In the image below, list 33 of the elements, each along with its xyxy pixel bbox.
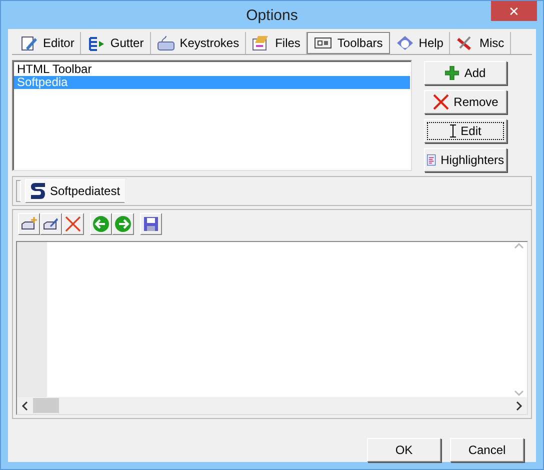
- scroll-left-icon[interactable]: [20, 400, 30, 410]
- toolbar-tab[interactable]: Softpediatest: [25, 179, 126, 203]
- forward-icon[interactable]: [112, 213, 134, 235]
- folder-icon: [252, 34, 270, 50]
- back-icon[interactable]: [90, 213, 112, 235]
- lines-icon: [87, 34, 106, 50]
- edit-button[interactable]: Edit: [424, 119, 507, 143]
- highlighters-button[interactable]: Highlighters: [424, 148, 507, 172]
- s-logo-icon: [30, 182, 46, 200]
- save-icon[interactable]: [140, 213, 162, 235]
- close-button[interactable]: ✕: [491, 1, 537, 21]
- cancel-button[interactable]: Cancel: [450, 438, 524, 462]
- new-button-icon[interactable]: [18, 213, 40, 235]
- text-cursor-icon: [450, 124, 456, 138]
- help-icon: [396, 34, 414, 50]
- toolbar-icon: [314, 34, 332, 50]
- remove-button[interactable]: Remove: [424, 90, 507, 114]
- scroll-thumb[interactable]: [33, 398, 59, 413]
- scroll-right-icon[interactable]: [514, 400, 524, 410]
- list-item[interactable]: HTML Toolbar: [14, 63, 410, 76]
- add-button[interactable]: Add: [424, 61, 507, 85]
- window-title: Options: [246, 6, 298, 24]
- scroll-down-icon[interactable]: [514, 389, 524, 397]
- tab[interactable]: Toolbars: [307, 32, 390, 54]
- delete-icon[interactable]: [62, 213, 84, 235]
- ok-button[interactable]: OK: [367, 438, 441, 462]
- edit-button-icon[interactable]: [40, 213, 62, 235]
- plus-icon: [445, 66, 460, 80]
- cross-icon: [432, 94, 449, 110]
- scroll-up-icon[interactable]: [514, 242, 524, 250]
- keyboard-icon: [156, 34, 175, 50]
- pencil-icon: [20, 34, 38, 50]
- vertical-scrollbar[interactable]: [510, 242, 527, 397]
